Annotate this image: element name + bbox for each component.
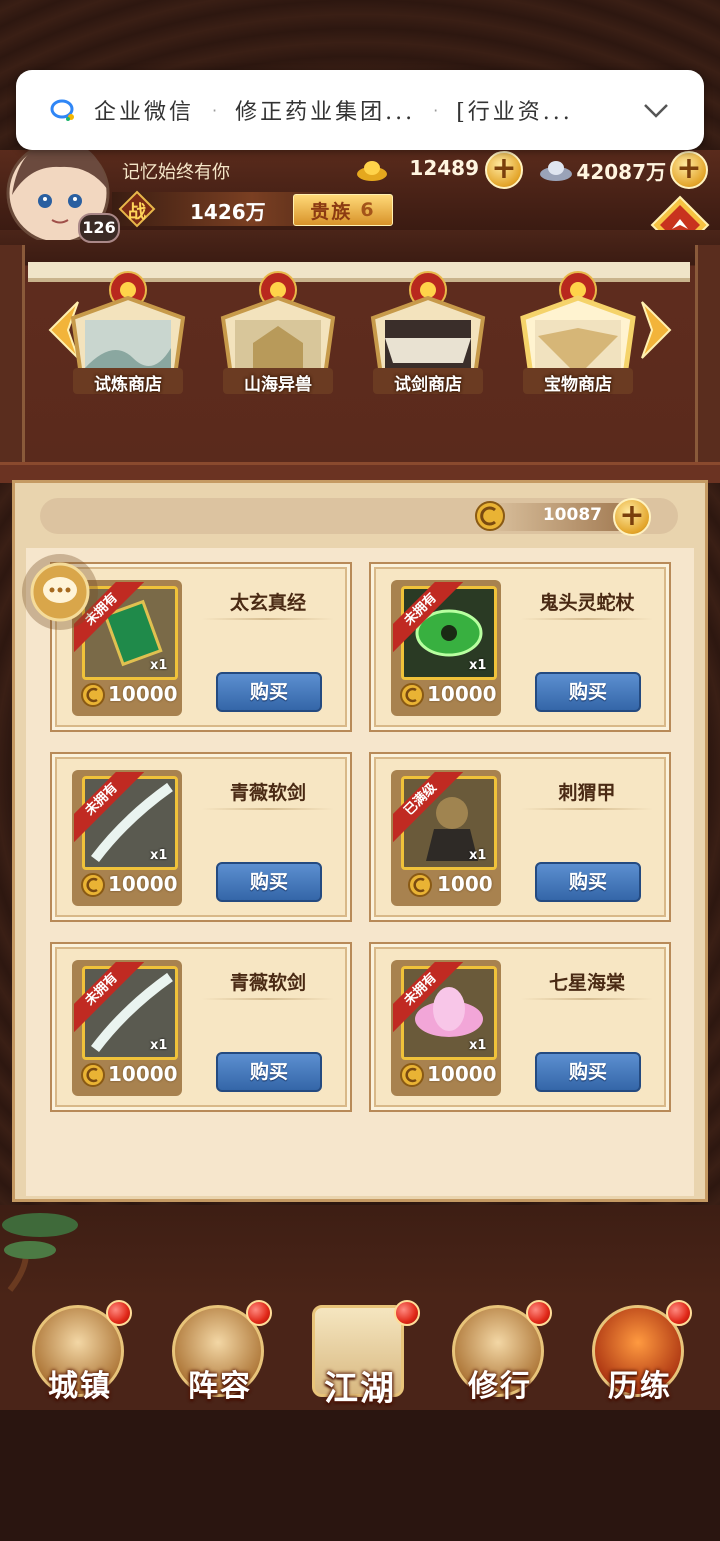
tab-sword-shop[interactable]: 试剑商店	[363, 268, 493, 408]
noble-level: 6	[360, 199, 376, 221]
noble-badge[interactable]: 贵族 6	[293, 194, 393, 226]
divider	[521, 998, 653, 1000]
buy-button[interactable]: 购买	[535, 1052, 641, 1092]
screen-bottom	[0, 1410, 720, 1541]
item-qty: x1	[150, 1038, 168, 1053]
arrow-right-icon[interactable]	[640, 300, 676, 360]
gold-amount: 12489	[409, 156, 479, 180]
silver-ingot-icon	[540, 161, 572, 181]
tab-label: 宝物商店	[544, 375, 612, 395]
coin-icon	[408, 873, 432, 897]
item-price: 10000	[108, 1062, 178, 1086]
shop-item-card[interactable]: 未拥有 x1 10000 鬼头灵蛇杖 购买	[369, 562, 671, 732]
coin-icon	[81, 873, 105, 897]
item-qty: x1	[469, 1038, 487, 1053]
tab-label: 试剑商店	[394, 375, 462, 395]
add-silver-button[interactable]: +	[670, 151, 708, 189]
coin-icon	[81, 1063, 105, 1087]
tab-label: 山海异兽	[244, 375, 312, 395]
item-tag: 未拥有	[393, 962, 463, 1032]
notification-separator: ·	[212, 100, 218, 120]
noble-label: 贵族	[310, 200, 353, 223]
wecom-icon	[50, 99, 74, 121]
item-tag: 未拥有	[74, 772, 144, 842]
item-qty: x1	[469, 848, 487, 863]
notification-extra: [行业资...	[456, 100, 573, 125]
tab-trial-shop[interactable]: 试炼商店	[63, 268, 193, 408]
buy-button[interactable]: 购买	[535, 862, 641, 902]
notification-dot	[246, 1300, 272, 1326]
coin-icon	[400, 683, 424, 707]
currency-amount: 10087	[542, 505, 602, 525]
tab-mountain-beast[interactable]: 山海异兽	[213, 268, 343, 408]
item-price: 10000	[427, 1062, 497, 1086]
item-qty: x1	[150, 848, 168, 863]
shop-item-card[interactable]: 未拥有 x1 10000 七星海棠 购买	[369, 942, 671, 1112]
divider	[202, 618, 334, 620]
power-label: 战	[128, 202, 146, 223]
item-name: 太玄真经	[229, 592, 306, 614]
item-tag: 未拥有	[393, 582, 463, 652]
divider	[202, 808, 334, 810]
gold-ingot-icon	[357, 161, 387, 181]
player-level: 126	[78, 213, 120, 243]
tab-label: 试炼商店	[94, 375, 162, 395]
silver-amount: 42087万	[576, 160, 666, 184]
nav-label: 修行	[468, 1369, 532, 1404]
shop-item-card[interactable]: 未拥有 x1 10000 青薇软剑 购买	[50, 942, 352, 1112]
nav-label: 阵容	[188, 1369, 252, 1404]
buy-button[interactable]: 购买	[535, 672, 641, 712]
power-value: 1426万	[190, 200, 266, 224]
item-name: 青薇软剑	[229, 782, 306, 804]
player-name: 记忆始终有你	[122, 162, 230, 183]
divider	[521, 618, 653, 620]
notification-dot	[106, 1300, 132, 1326]
coin-icon	[475, 501, 505, 531]
item-name: 七星海棠	[548, 972, 625, 994]
pine-tree-icon	[2, 1213, 78, 1292]
notification-dot	[394, 1300, 420, 1326]
notification-banner[interactable]: 企业微信 · 修正药业集团... · [行业资...	[16, 70, 704, 150]
nav-label: 城镇	[48, 1369, 112, 1404]
add-currency-button[interactable]: +	[613, 498, 651, 536]
coin-icon	[400, 1063, 424, 1087]
notification-dot	[526, 1300, 552, 1326]
item-name: 刺猬甲	[558, 782, 616, 804]
divider	[202, 998, 334, 1000]
item-tag: 已满级	[393, 772, 463, 842]
notification-message: 修正药业集团...	[235, 100, 416, 125]
item-price: 10000	[108, 872, 178, 896]
buy-button[interactable]: 购买	[216, 672, 322, 712]
item-qty: x1	[469, 658, 487, 673]
coin-icon	[81, 683, 105, 707]
item-name: 鬼头灵蛇杖	[539, 592, 635, 614]
add-gold-button[interactable]: +	[485, 151, 523, 189]
chat-bubble-icon[interactable]	[20, 552, 100, 632]
tab-treasure-shop[interactable]: 宝物商店	[513, 268, 643, 408]
shop-item-card[interactable]: 未拥有 x1 10000 青薇软剑 购买	[50, 752, 352, 922]
notification-separator: ·	[433, 100, 439, 120]
item-tag: 未拥有	[74, 962, 144, 1032]
item-name: 青薇软剑	[229, 972, 306, 994]
nav-label: 江湖	[324, 1369, 396, 1409]
item-price: 10000	[427, 682, 497, 706]
notification-dot	[666, 1300, 692, 1326]
curtain-left	[0, 245, 25, 465]
divider	[521, 808, 653, 810]
item-price: 10000	[108, 682, 178, 706]
nav-label: 历练	[608, 1369, 672, 1404]
curtain-right	[695, 245, 720, 465]
item-price: 1000	[437, 872, 493, 896]
chevron-down-icon[interactable]	[642, 96, 670, 124]
notification-app: 企业微信	[94, 100, 195, 125]
buy-button[interactable]: 购买	[216, 862, 322, 902]
shop-item-card[interactable]: 已满级 x1 1000 刺猬甲 购买	[369, 752, 671, 922]
buy-button[interactable]: 购买	[216, 1052, 322, 1092]
item-qty: x1	[150, 658, 168, 673]
